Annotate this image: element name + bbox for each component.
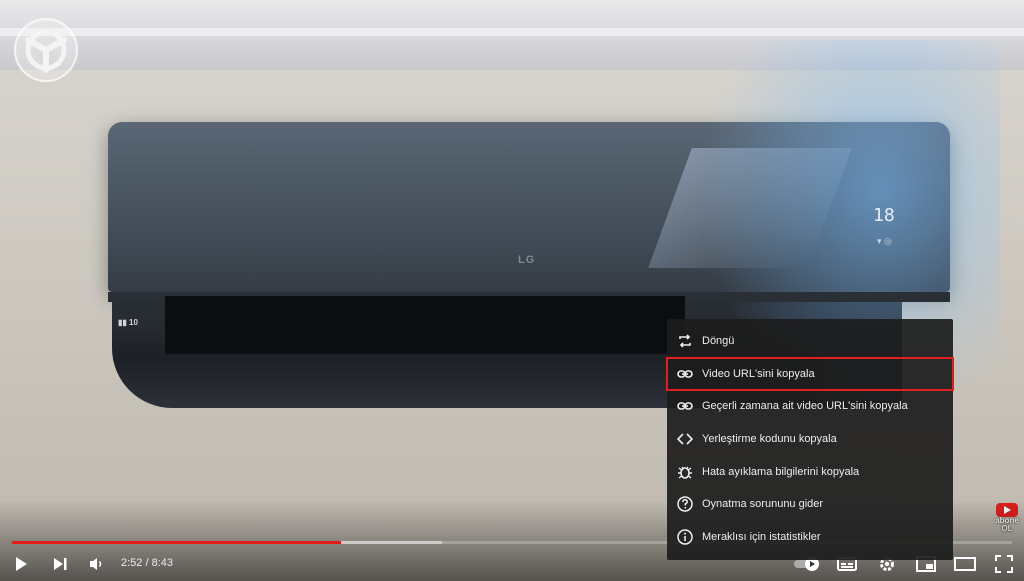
menu-item-copy-video-url-at-time[interactable]: Geçerli zamana ait video URL'sini kopyal… [667, 390, 953, 423]
menu-item-copy-debug-info[interactable]: Hata ayıklama bilgilerini kopyala [667, 455, 953, 488]
menu-item-troubleshoot-playback[interactable]: Oynatma sorununu gider [667, 488, 953, 521]
help-circle-icon [676, 495, 694, 513]
menu-item-stats-for-nerds[interactable]: Meraklısı için istatistikler [667, 521, 953, 554]
time-total: 8:43 [151, 557, 174, 569]
skip-next-icon [54, 558, 67, 570]
menu-item-label: Video URL'sini kopyala [702, 367, 815, 380]
menu-item-label: Oynatma sorununu gider [702, 498, 824, 511]
video-frame-badge: ▮▮ 10 [118, 318, 138, 327]
menu-item-copy-embed-code[interactable]: Yerleştirme kodunu kopyala [667, 423, 953, 456]
play-button[interactable] [10, 552, 32, 576]
time-display: 2:52 / 8:43 [121, 557, 173, 569]
menu-item-label: Yerleştirme kodunu kopyala [702, 433, 837, 446]
video-frame-brand-logo: LG [518, 254, 536, 266]
link-icon [676, 397, 694, 415]
channel-logo-icon[interactable] [14, 18, 78, 82]
progress-played [12, 541, 341, 544]
theater-mode-button[interactable] [952, 552, 978, 576]
video-frame-wifi-icon: ▾ ◎ [877, 236, 892, 246]
video-player[interactable]: LG 18 ▾ ◎ ▮▮ 10 abone OL 2:52 / 8:43 [0, 0, 1024, 581]
loop-icon [676, 332, 694, 350]
link-icon [676, 365, 694, 383]
theater-mode-icon [954, 557, 976, 571]
context-menu: Döngü Video URL'sini kopyala Geçerli zam… [666, 319, 954, 560]
bug-icon [676, 463, 694, 481]
fullscreen-icon [995, 555, 1013, 573]
embed-code-icon [676, 430, 694, 448]
video-frame-temperature-display: 18 [873, 205, 895, 226]
menu-item-loop[interactable]: Döngü [667, 325, 953, 358]
next-button[interactable] [49, 552, 71, 576]
menu-item-label: Meraklısı için istatistikler [702, 530, 821, 543]
time-current: 2:52 [121, 557, 143, 569]
info-icon [676, 528, 694, 546]
menu-item-label: Hata ayıklama bilgilerini kopyala [702, 465, 860, 478]
menu-item-copy-video-url[interactable]: Video URL'sini kopyala [666, 356, 954, 392]
video-frame-trim [0, 28, 1024, 36]
volume-icon [90, 558, 102, 570]
play-icon [16, 557, 27, 571]
time-separator: / [142, 557, 152, 569]
video-frame-ac-vent [165, 296, 685, 354]
menu-item-label: Geçerli zamana ait video URL'sini kopyal… [702, 400, 908, 413]
menu-item-label: Döngü [702, 335, 735, 348]
fullscreen-button[interactable] [992, 552, 1016, 576]
volume-button[interactable] [86, 552, 108, 576]
